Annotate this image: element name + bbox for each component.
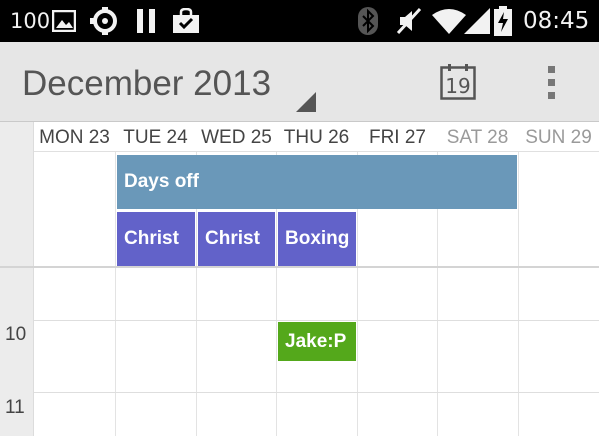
grid-column-line [115, 152, 116, 436]
event-title: Jake:P [285, 330, 347, 352]
event-days-off[interactable]: Days off [117, 155, 517, 209]
mute-icon [396, 0, 422, 42]
day-label-thu[interactable]: THU 26 [276, 127, 357, 149]
signal-icon [464, 0, 490, 42]
today-button-day: 19 [445, 74, 471, 98]
event-jake[interactable]: Jake:P [278, 322, 356, 361]
battery-charging-icon [494, 0, 512, 42]
image-notification-icon [52, 0, 76, 42]
hour-line-11 [34, 392, 599, 393]
event-boxing[interactable]: Boxing [278, 212, 356, 266]
today-button[interactable]: 19 [440, 64, 476, 100]
day-label-tue[interactable]: TUE 24 [115, 127, 196, 149]
grid-column-line [518, 152, 519, 436]
month-title[interactable]: December 2013 [22, 64, 271, 104]
day-label-sun[interactable]: SUN 29 [518, 127, 599, 149]
event-title: Christ [205, 228, 260, 249]
event-title: Boxing [285, 228, 350, 249]
shopping-bag-icon [172, 0, 200, 42]
hour-line-10 [34, 320, 599, 321]
battery-level-text: 100 [10, 9, 51, 33]
hour-gutter [0, 152, 34, 436]
header-gutter [0, 122, 34, 152]
hour-label-10: 10 [5, 324, 27, 345]
clock: 08:45 [523, 8, 590, 34]
day-label-fri[interactable]: FRI 27 [357, 127, 438, 149]
bluetooth-icon [358, 0, 378, 42]
week-grid[interactable]: 9 10 11 Days off Christ Christ Boxing Ja… [0, 152, 599, 436]
overflow-menu-icon[interactable] [544, 66, 558, 100]
status-bar: 100 08:45 [0, 0, 599, 42]
pause-icon [136, 0, 156, 42]
day-label-mon[interactable]: MON 23 [34, 127, 115, 149]
hour-label-11: 11 [5, 397, 25, 418]
event-title: Days off [124, 171, 199, 192]
sync-app-icon [90, 0, 120, 42]
day-header: MON 23 TUE 24 WED 25 THU 26 FRI 27 SAT 2… [0, 122, 599, 152]
dropdown-triangle-icon[interactable] [296, 92, 316, 112]
event-christ-wed[interactable]: Christ [198, 212, 275, 266]
day-label-sat[interactable]: SAT 28 [437, 127, 518, 149]
all-day-separator [0, 266, 599, 268]
wifi-icon [432, 0, 466, 42]
day-label-wed[interactable]: WED 25 [196, 127, 277, 149]
event-title: Christ [124, 228, 179, 249]
event-christ-tue[interactable]: Christ [117, 212, 195, 266]
